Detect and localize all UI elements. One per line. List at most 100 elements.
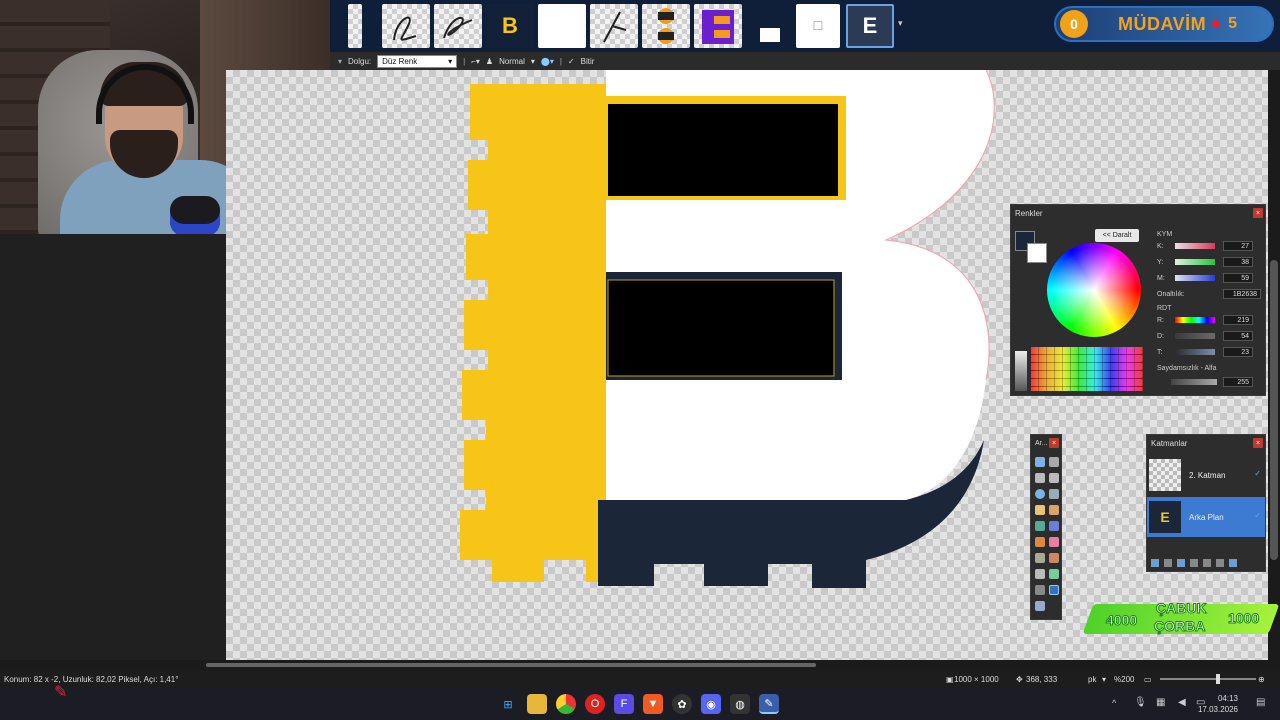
r-slider[interactable] [1175, 317, 1215, 323]
d-label: D: [1157, 333, 1164, 340]
image-tab[interactable] [382, 4, 430, 48]
tray-overflow-icon[interactable]: ^ [1112, 698, 1116, 708]
m-slider[interactable] [1175, 275, 1215, 281]
zoom-slider[interactable] [1160, 678, 1256, 680]
selection-mode-icon[interactable]: ⬤▾ [541, 57, 554, 66]
opera-icon[interactable]: O [585, 694, 605, 714]
file-explorer-icon[interactable] [527, 694, 547, 714]
zoom-in-icon[interactable]: ⊕ [1258, 675, 1265, 684]
collapse-button[interactable]: << Daralt [1095, 229, 1139, 242]
rectangle-select-icon[interactable] [1035, 457, 1045, 467]
t-value-input[interactable]: 23 [1223, 347, 1253, 357]
image-tab[interactable]: ☐ [796, 4, 840, 48]
gradient-icon[interactable] [1049, 521, 1059, 531]
d-slider[interactable] [1175, 333, 1215, 339]
alpha-label: Saydamsızlık - Alfa [1157, 365, 1217, 372]
image-tab[interactable] [694, 4, 742, 48]
layer-item-selected[interactable]: E Arka Plan ✓ [1147, 497, 1265, 537]
close-icon[interactable]: × [1049, 438, 1059, 448]
blend-mode-select[interactable]: Normal [499, 57, 525, 66]
alpha-slider[interactable] [1171, 379, 1217, 385]
alpha-value-input[interactable]: 255 [1223, 377, 1253, 387]
microphone-icon[interactable]: 🎙 [1134, 697, 1147, 708]
t-slider[interactable] [1175, 349, 1215, 355]
image-tab[interactable]: B [486, 4, 534, 48]
move-layer-up-icon[interactable] [1203, 559, 1211, 567]
blend-mode-dropdown-icon[interactable]: ▾ [531, 57, 535, 66]
finish-button[interactable]: Bitir [581, 57, 595, 66]
image-tab[interactable] [348, 4, 362, 48]
close-icon[interactable]: × [1253, 208, 1263, 218]
fill-select[interactable]: Düz Renk ▾ [377, 54, 458, 68]
secondary-color-swatch[interactable] [1027, 243, 1047, 263]
image-tab-active[interactable]: E [846, 4, 894, 48]
app-f-icon[interactable]: F [614, 694, 634, 714]
visibility-check-icon[interactable]: ✓ [1254, 511, 1261, 520]
ellipse-select-icon[interactable] [1035, 489, 1045, 499]
shapes-icon[interactable] [1035, 601, 1045, 611]
speaker-icon[interactable]: ◀ [1178, 697, 1186, 708]
color-wheel[interactable] [1047, 243, 1141, 337]
layer-item[interactable]: 2. Katman ✓ [1147, 455, 1265, 495]
paint-bucket-icon[interactable] [1035, 521, 1045, 531]
zoom-slider-thumb[interactable] [1216, 674, 1220, 684]
line-curve-icon[interactable] [1049, 585, 1059, 595]
brightness-slider[interactable] [1015, 351, 1027, 391]
image-tab[interactable] [434, 4, 482, 48]
fit-window-icon[interactable]: ▭ [1144, 675, 1152, 684]
r-value-input[interactable]: 219 [1223, 315, 1253, 325]
visibility-check-icon[interactable]: ✓ [1254, 469, 1261, 478]
color-palette[interactable] [1031, 347, 1143, 391]
chrome-icon[interactable] [556, 694, 576, 714]
windows-start-icon[interactable]: ⊞ [498, 694, 518, 714]
brave-icon[interactable]: ▼ [643, 694, 663, 714]
horizontal-scrollbar[interactable] [0, 660, 1280, 670]
antialias-icon[interactable]: ⌐▾ [471, 57, 480, 66]
color-picker-icon[interactable] [1049, 569, 1059, 579]
d-value-input[interactable]: 54 [1223, 331, 1253, 341]
m-value-input[interactable]: 59 [1223, 273, 1253, 283]
layer-properties-icon[interactable] [1229, 559, 1237, 567]
obs-icon[interactable]: ◍ [730, 694, 750, 714]
unit-select[interactable]: pk [1088, 675, 1096, 684]
move-selection-icon[interactable] [1049, 473, 1059, 483]
hex-input[interactable]: 1B2638 [1223, 289, 1261, 299]
zoom-dropdown-icon[interactable]: ▾ [1102, 675, 1106, 684]
image-tab[interactable] [642, 4, 690, 48]
network-icon[interactable]: ▦ [1156, 697, 1165, 708]
duplicate-layer-icon[interactable] [1177, 559, 1185, 567]
lasso-icon[interactable] [1035, 473, 1045, 483]
chatgpt-icon[interactable]: ✿ [672, 694, 692, 714]
k-value-input[interactable]: 27 [1223, 241, 1253, 251]
system-clock[interactable]: 04:13 17.03.2026 [1198, 693, 1238, 715]
move-layer-down-icon[interactable] [1216, 559, 1224, 567]
recolor-icon[interactable] [1035, 569, 1045, 579]
clone-stamp-icon[interactable] [1049, 553, 1059, 563]
pencil-icon[interactable] [1035, 553, 1045, 563]
paintbrush-icon[interactable] [1035, 537, 1045, 547]
paintnet-icon[interactable]: ✎ [759, 694, 779, 714]
merge-layer-icon[interactable] [1190, 559, 1198, 567]
magic-wand-icon[interactable] [1035, 505, 1045, 515]
text-icon[interactable] [1035, 585, 1045, 595]
dropdown-arrow-icon[interactable]: ▾ [338, 57, 342, 66]
y-value-input[interactable]: 38 [1223, 257, 1253, 267]
k-slider[interactable] [1175, 243, 1215, 249]
image-tab[interactable] [746, 4, 794, 48]
close-icon[interactable]: × [1253, 438, 1263, 448]
pan-icon[interactable] [1049, 505, 1059, 515]
discord-icon[interactable]: ◉ [701, 694, 721, 714]
clock-date: 17.03.2026 [1197, 705, 1238, 714]
zoom-level[interactable]: %200 [1114, 675, 1134, 684]
vertical-scrollbar[interactable] [1268, 70, 1280, 660]
delete-layer-icon[interactable] [1164, 559, 1172, 567]
eraser-icon[interactable] [1049, 537, 1059, 547]
move-icon[interactable] [1049, 457, 1059, 467]
add-layer-icon[interactable] [1151, 559, 1159, 567]
image-tab[interactable] [590, 4, 638, 48]
notification-icon[interactable]: ▤ [1256, 697, 1265, 708]
y-slider[interactable] [1175, 259, 1215, 265]
zoom-icon[interactable] [1049, 489, 1059, 499]
tabs-dropdown-icon[interactable]: ▾ [898, 18, 903, 29]
image-tab[interactable] [538, 4, 586, 48]
